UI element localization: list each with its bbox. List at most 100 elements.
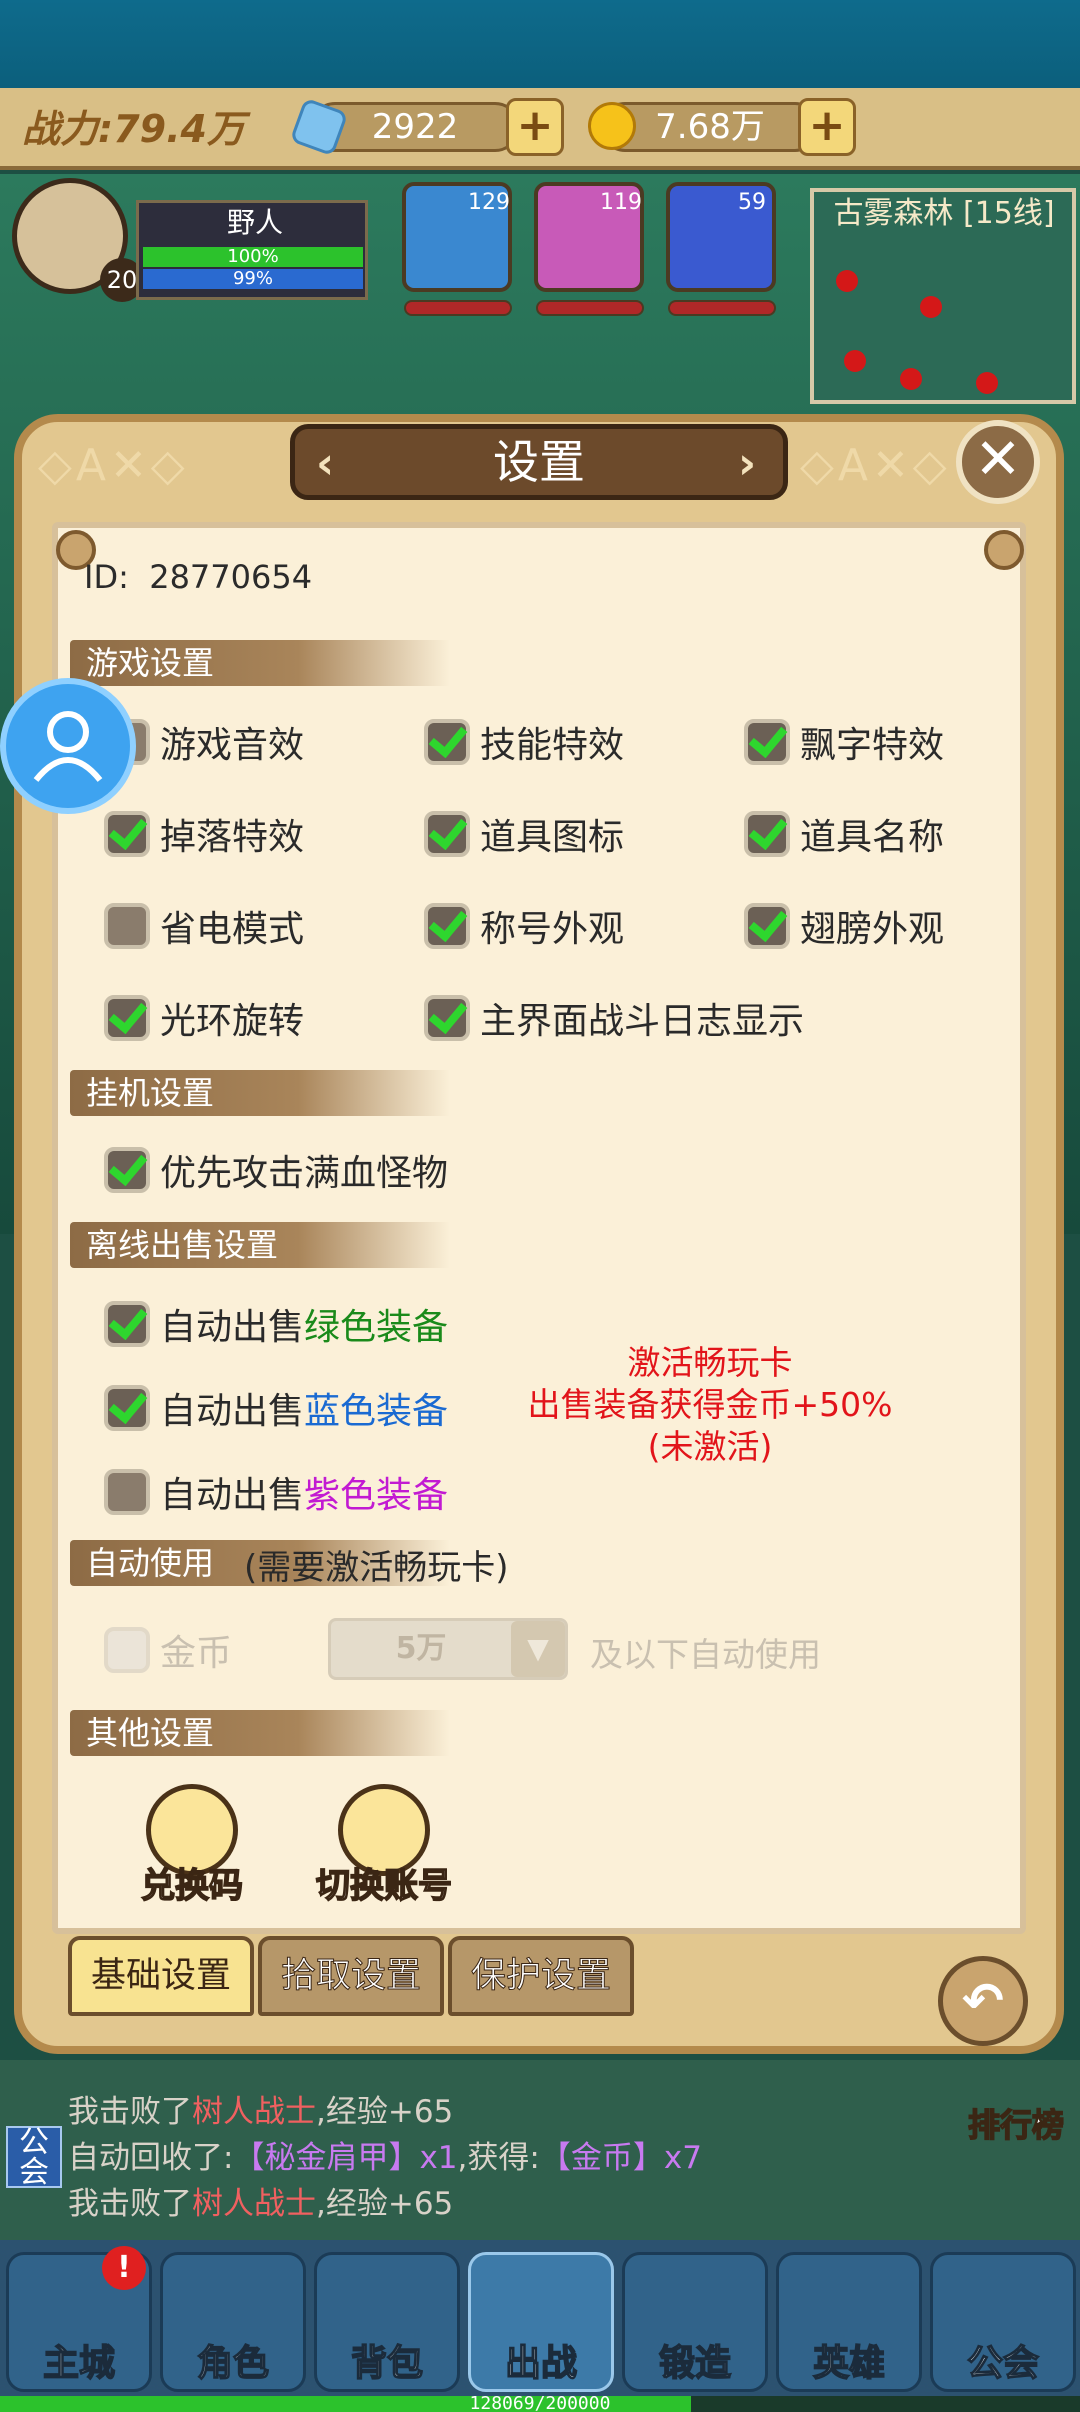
option-label: 优先攻击满血怪物 — [160, 1153, 449, 1194]
checkbox[interactable] — [104, 1385, 150, 1431]
nav-label: 锻造 — [658, 2342, 732, 2385]
title-left-arrow-icon: ‹ — [316, 438, 335, 489]
section-game-settings: 游戏设置 — [70, 640, 450, 686]
log-text: ,经验+65 — [316, 2094, 454, 2130]
option-label: 省电模式 — [160, 909, 305, 950]
log-text: 我击败了 — [68, 2094, 192, 2130]
auto-use-requirement: (需要激活畅玩卡) — [244, 1548, 509, 1588]
option-auto-use-gold: 金币 — [104, 1624, 232, 1676]
switch-account-button[interactable]: 切换账号 — [294, 1858, 474, 1907]
hero-level-2: 119 — [600, 190, 642, 215]
nav-label: 主城 — [42, 2342, 116, 2385]
log-item: 【秘金肩甲】x1 — [233, 2140, 458, 2176]
status-bar — [0, 0, 1080, 88]
hero-hp-bar-2 — [536, 300, 644, 316]
option-item-icons[interactable]: 道具图标 — [424, 808, 624, 860]
vip-card-promo[interactable]: 激活畅玩卡 出售装备获得金币+50% (未激活) — [500, 1342, 920, 1468]
option-label: 称号外观 — [480, 909, 625, 950]
checkbox[interactable] — [104, 1469, 150, 1515]
nav-label: 角色 — [196, 2342, 270, 2385]
promo-line-1: 激活畅玩卡 — [627, 1343, 793, 1382]
checkbox[interactable] — [424, 811, 470, 857]
dialog-ornament-left: ◇A✕◇ — [38, 440, 189, 491]
section-idle-settings: 挂机设置 — [70, 1070, 450, 1116]
option-sell-blue[interactable]: 自动出售 蓝色装备 — [104, 1382, 448, 1434]
guild-tag[interactable]: 公会 — [6, 2126, 62, 2188]
purple-gear-label: 紫色装备 — [304, 1475, 449, 1516]
option-drop-effects[interactable]: 掉落特效 — [104, 808, 304, 860]
checkbox[interactable] — [104, 1301, 150, 1347]
tab-basic-settings[interactable]: 基础设置 — [68, 1936, 254, 2016]
option-label: 自动出售 — [160, 1307, 305, 1348]
dialog-title-bar: 设置 — [290, 424, 788, 500]
guild-tag-2: 会 — [19, 2155, 49, 2190]
auto-use-suffix: 及以下自动使用 — [590, 1635, 821, 1674]
option-power-saving[interactable]: 省电模式 — [104, 900, 304, 952]
checkbox[interactable] — [424, 903, 470, 949]
floating-user-button[interactable] — [0, 678, 136, 814]
nav-label: 英雄 — [812, 2342, 886, 2385]
log-line-2: 自动回收了:【秘金肩甲】x1,获得:【金币】x7 — [68, 2132, 702, 2177]
checkbox[interactable] — [104, 903, 150, 949]
title-right-arrow-icon: › — [738, 438, 757, 489]
player-id-label: ID: — [84, 558, 129, 596]
nav-label: 公会 — [966, 2342, 1040, 2385]
option-label: 道具名称 — [800, 817, 945, 858]
hero-level-3: 59 — [738, 190, 766, 215]
log-monster: 树人战士 — [192, 2186, 316, 2222]
tab-pickup-settings[interactable]: 拾取设置 — [258, 1936, 444, 2016]
back-arrow-icon[interactable]: ↶ — [938, 1956, 1028, 2046]
dialog-title: 设置 — [493, 435, 585, 489]
option-label: 翅膀外观 — [800, 909, 945, 950]
auto-use-amount-select: 5万 ▼ — [328, 1618, 568, 1680]
checkbox[interactable] — [424, 719, 470, 765]
enemy-dot — [920, 296, 942, 318]
leaderboard-button[interactable]: 排行榜 — [967, 2100, 1065, 2146]
section-other-settings: 其他设置 — [70, 1710, 450, 1756]
hp-bar: 100% — [143, 247, 363, 267]
option-halo-rotation[interactable]: 光环旋转 — [104, 992, 304, 1044]
option-floating-text[interactable]: 飘字特效 — [744, 716, 944, 768]
combat-power: 战力:79.4万 — [22, 107, 245, 151]
player-id: ID: 28770654 — [84, 558, 312, 596]
user-icon — [33, 711, 103, 782]
log-text: 自动回收了: — [68, 2140, 234, 2176]
checkbox[interactable] — [744, 811, 790, 857]
checkbox[interactable] — [424, 995, 470, 1041]
add-gems-button[interactable]: + — [506, 98, 564, 156]
log-text: 我击败了 — [68, 2186, 192, 2222]
option-label: 掉落特效 — [160, 817, 305, 858]
player-id-value: 28770654 — [149, 558, 313, 596]
checkbox[interactable] — [104, 1147, 150, 1193]
dialog-ornament-right: ◇A✕◇ — [800, 440, 951, 491]
option-battle-log[interactable]: 主界面战斗日志显示 — [424, 992, 804, 1044]
promo-line-2: 出售装备获得金币+50% — [527, 1385, 893, 1424]
notification-badge: ! — [102, 2246, 146, 2290]
option-label: 金币 — [160, 1633, 233, 1674]
log-monster: 树人战士 — [192, 2094, 316, 2130]
enemy-dot — [844, 350, 866, 372]
option-sell-purple[interactable]: 自动出售 紫色装备 — [104, 1466, 448, 1518]
option-attack-full-hp[interactable]: 优先攻击满血怪物 — [104, 1144, 448, 1196]
option-item-names[interactable]: 道具名称 — [744, 808, 944, 860]
green-gear-label: 绿色装备 — [304, 1307, 449, 1348]
checkbox[interactable] — [104, 811, 150, 857]
close-button[interactable]: ✕ — [956, 420, 1040, 504]
option-skill-effects[interactable]: 技能特效 — [424, 716, 624, 768]
add-gold-button[interactable]: + — [798, 98, 856, 156]
option-label: 光环旋转 — [160, 1001, 305, 1042]
hero-hp-bar-1 — [404, 300, 512, 316]
tab-protect-settings[interactable]: 保护设置 — [448, 1936, 634, 2016]
option-sell-green[interactable]: 自动出售 绿色装备 — [104, 1298, 448, 1350]
promo-line-3: (未激活) — [647, 1427, 773, 1466]
option-title-appearance[interactable]: 称号外观 — [424, 900, 624, 952]
enemy-dot — [900, 368, 922, 390]
checkbox[interactable] — [104, 995, 150, 1041]
checkbox[interactable] — [744, 903, 790, 949]
checkbox — [104, 1627, 150, 1673]
option-wing-appearance[interactable]: 翅膀外观 — [744, 900, 944, 952]
checkbox[interactable] — [744, 719, 790, 765]
scroll-knob-right — [984, 530, 1024, 570]
redeem-code-button[interactable]: 兑换码 — [102, 1858, 282, 1907]
option-label: 自动出售 — [160, 1475, 305, 1516]
